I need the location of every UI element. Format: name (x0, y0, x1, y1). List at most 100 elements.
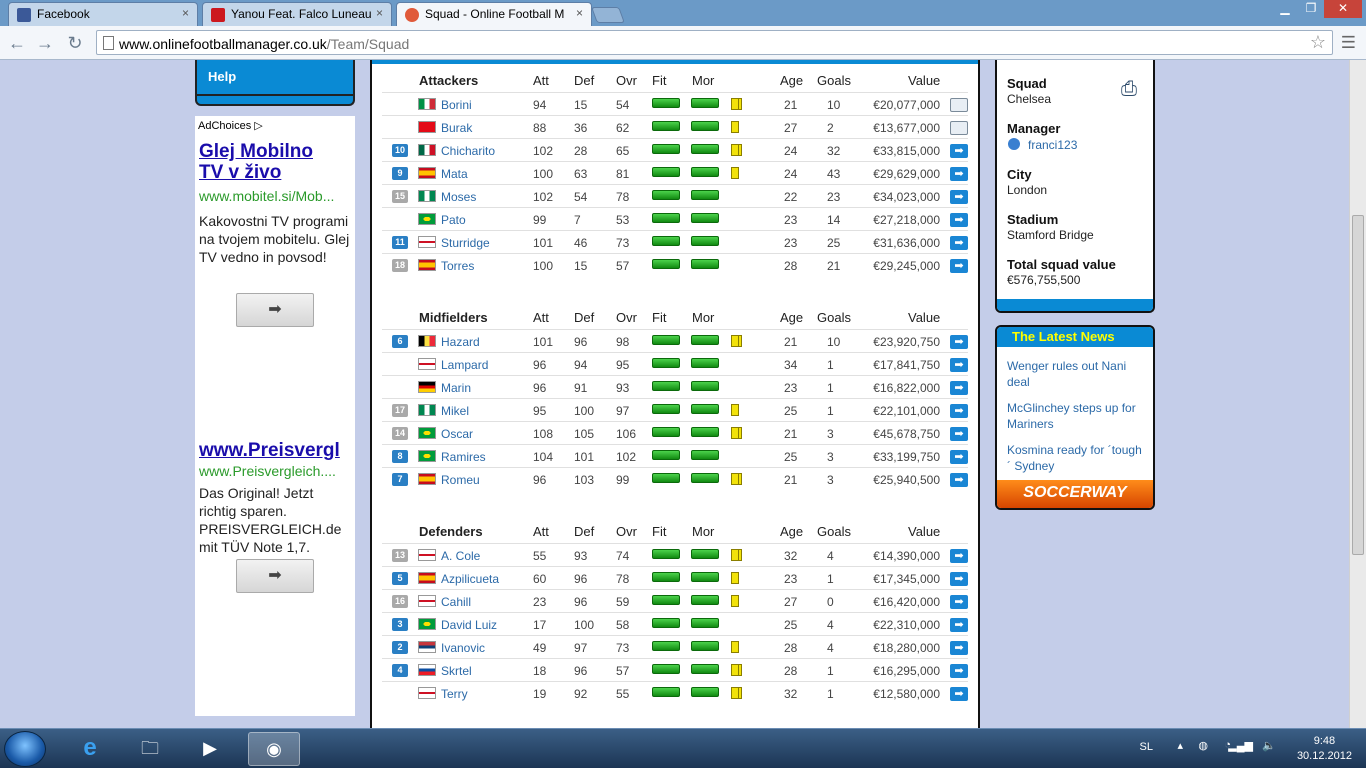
maximize-button[interactable]: ❐ (1298, 0, 1324, 18)
bookmark-star-icon[interactable]: ☆ (1310, 32, 1326, 53)
player-name-link[interactable]: Mata (441, 167, 468, 181)
player-name-link[interactable]: Moses (441, 190, 476, 204)
player-name-link[interactable]: Romeu (441, 473, 480, 487)
close-icon[interactable]: × (182, 6, 189, 20)
tray-app-icon[interactable]: ◍ (1198, 739, 1208, 752)
news-link[interactable]: McGlinchey steps up for Mariners (1007, 400, 1142, 432)
arrow-right-icon[interactable]: ➡ (950, 404, 968, 418)
arrow-right-icon[interactable]: ➡ (950, 427, 968, 441)
player-row[interactable]: 9 Mata 100 63 81 24 43 €29,629,000 ➡ (382, 161, 968, 184)
player-row[interactable]: 18 Torres 100 15 57 28 21 €29,245,000 ➡ (382, 253, 968, 276)
player-name-link[interactable]: Azpilicueta (441, 572, 499, 586)
close-icon[interactable]: × (376, 6, 383, 20)
player-name-link[interactable]: Terry (441, 687, 468, 701)
arrow-right-icon[interactable]: ➡ (950, 473, 968, 487)
ad-arrow-button[interactable]: ➡ (236, 293, 314, 327)
ad-headline[interactable]: Glej Mobilno TV v živo (199, 141, 329, 183)
player-row[interactable]: Burak 88 36 62 27 2 €13,677,000 (382, 115, 968, 138)
arrow-right-icon[interactable]: ➡ (950, 259, 968, 273)
player-name-link[interactable]: David Luiz (441, 618, 497, 632)
player-row[interactable]: 5 Azpilicueta 60 96 78 23 1 €17,345,000 ➡ (382, 566, 968, 589)
arrow-right-icon[interactable]: ➡ (950, 450, 968, 464)
player-row[interactable]: Pato 99 7 53 23 14 €27,218,000 ➡ (382, 207, 968, 230)
close-icon[interactable]: × (576, 6, 583, 20)
player-row[interactable]: 4 Skrtel 18 96 57 28 1 €16,295,000 ➡ (382, 658, 968, 681)
tab-squad[interactable]: Squad - Online Football M × (396, 2, 592, 26)
ad-url[interactable]: www.Preisvergleich.... (199, 463, 353, 479)
news-link[interactable]: Wenger rules out Nani deal (1007, 358, 1142, 390)
player-row[interactable]: 17 Mikel 95 100 97 25 1 €22,101,000 ➡ (382, 398, 968, 421)
show-hidden-icons-icon[interactable]: ▴ (1177, 739, 1183, 752)
arrow-right-icon[interactable]: ➡ (950, 595, 968, 609)
arrow-right-icon[interactable]: ➡ (950, 236, 968, 250)
arrow-right-icon[interactable]: ➡ (950, 549, 968, 563)
arrow-right-icon[interactable]: ➡ (950, 641, 968, 655)
arrow-right-icon[interactable]: ➡ (950, 144, 968, 158)
player-name-link[interactable]: Ramires (441, 450, 486, 464)
help-menu[interactable]: Help (195, 60, 355, 106)
vertical-scrollbar[interactable] (1349, 60, 1366, 728)
player-name-link[interactable]: Burak (441, 121, 472, 135)
player-name-link[interactable]: Borini (441, 98, 472, 112)
chrome-icon[interactable]: ◉ (248, 732, 300, 766)
player-row[interactable]: 2 Ivanovic 49 97 73 28 4 €18,280,000 ➡ (382, 635, 968, 658)
contract-list-icon[interactable] (950, 98, 968, 112)
player-row[interactable]: 11 Sturridge 101 46 73 23 25 €31,636,000 ➡ (382, 230, 968, 253)
player-name-link[interactable]: Torres (441, 259, 474, 273)
player-row[interactable]: 13 A. Cole 55 93 74 32 4 €14,390,000 ➡ (382, 543, 968, 566)
player-name-link[interactable]: Marin (441, 381, 471, 395)
address-bar[interactable]: www.onlinefootballmanager.co.uk/Team/Squ… (96, 30, 1333, 55)
ad-url[interactable]: www.mobitel.si/Mob... (199, 188, 353, 204)
tab-youtube[interactable]: Yanou Feat. Falco Luneau × (202, 2, 392, 26)
player-name-link[interactable]: Oscar (441, 427, 473, 441)
player-name-link[interactable]: A. Cole (441, 549, 480, 563)
volume-icon[interactable]: 🔈 (1262, 739, 1276, 752)
player-row[interactable]: Borini 94 15 54 21 10 €20,077,000 (382, 92, 968, 115)
player-row[interactable]: Marin 96 91 93 23 1 €16,822,000 ➡ (382, 375, 968, 398)
player-row[interactable]: 7 Romeu 96 103 99 21 3 €25,940,500 ➡ (382, 467, 968, 490)
player-row[interactable]: 6 Hazard 101 96 98 21 10 €23,920,750 ➡ (382, 329, 968, 352)
player-row[interactable]: 10 Chicharito 102 28 65 24 32 €33,815,000 ➡ (382, 138, 968, 161)
player-row[interactable]: Lampard 96 94 95 34 1 €17,841,750 ➡ (382, 352, 968, 375)
start-button[interactable] (4, 731, 46, 767)
ad-arrow-button[interactable]: ➡ (236, 559, 314, 593)
player-row[interactable]: 14 Oscar 108 105 106 21 3 €45,678,750 ➡ (382, 421, 968, 444)
scrollbar-thumb[interactable] (1352, 215, 1364, 555)
player-name-link[interactable]: Sturridge (441, 236, 490, 250)
arrow-right-icon[interactable]: ➡ (950, 167, 968, 181)
player-row[interactable]: 16 Cahill 23 96 59 27 0 €16,420,000 ➡ (382, 589, 968, 612)
arrow-right-icon[interactable]: ➡ (950, 190, 968, 204)
forward-icon[interactable]: → (34, 33, 56, 54)
player-name-link[interactable]: Hazard (441, 335, 480, 349)
new-tab-button[interactable] (591, 7, 625, 23)
player-name-link[interactable]: Pato (441, 213, 466, 227)
print-icon[interactable]: ⎙ (1121, 78, 1137, 101)
player-name-link[interactable]: Cahill (441, 595, 471, 609)
player-row[interactable]: 15 Moses 102 54 78 22 23 €34,023,000 ➡ (382, 184, 968, 207)
menu-icon[interactable]: ☰ (1341, 33, 1356, 53)
language-indicator[interactable]: SL (1140, 741, 1153, 753)
player-name-link[interactable]: Chicharito (441, 144, 495, 158)
arrow-right-icon[interactable]: ➡ (950, 618, 968, 632)
ad-headline[interactable]: www.Preisvergl (199, 440, 357, 461)
reload-icon[interactable]: ↻ (64, 33, 86, 54)
internet-explorer-icon[interactable]: e (64, 732, 116, 766)
arrow-right-icon[interactable]: ➡ (950, 687, 968, 701)
arrow-right-icon[interactable]: ➡ (950, 664, 968, 678)
arrow-right-icon[interactable]: ➡ (950, 213, 968, 227)
clock[interactable]: 9:48 30.12.2012 (1297, 734, 1352, 764)
back-icon[interactable]: ← (6, 33, 28, 54)
manager-link[interactable]: franci123 (1028, 138, 1077, 152)
player-row[interactable]: 3 David Luiz 17 100 58 25 4 €22,310,000 ➡ (382, 612, 968, 635)
contract-list-icon[interactable] (950, 121, 968, 135)
help-link[interactable]: Help (208, 69, 236, 84)
minimize-button[interactable]: ▁ (1272, 0, 1298, 18)
player-name-link[interactable]: Mikel (441, 404, 469, 418)
player-name-link[interactable]: Lampard (441, 358, 488, 372)
explorer-folder-icon[interactable]: 🗀 (124, 732, 176, 766)
window-close-button[interactable]: ✕ (1324, 0, 1362, 18)
adchoices-label[interactable]: AdChoices ▷ (198, 119, 263, 132)
player-row[interactable]: Terry 19 92 55 32 1 €12,580,000 ➡ (382, 681, 968, 704)
tab-facebook[interactable]: Facebook × (8, 2, 198, 26)
player-row[interactable]: 8 Ramires 104 101 102 25 3 €33,199,750 ➡ (382, 444, 968, 467)
